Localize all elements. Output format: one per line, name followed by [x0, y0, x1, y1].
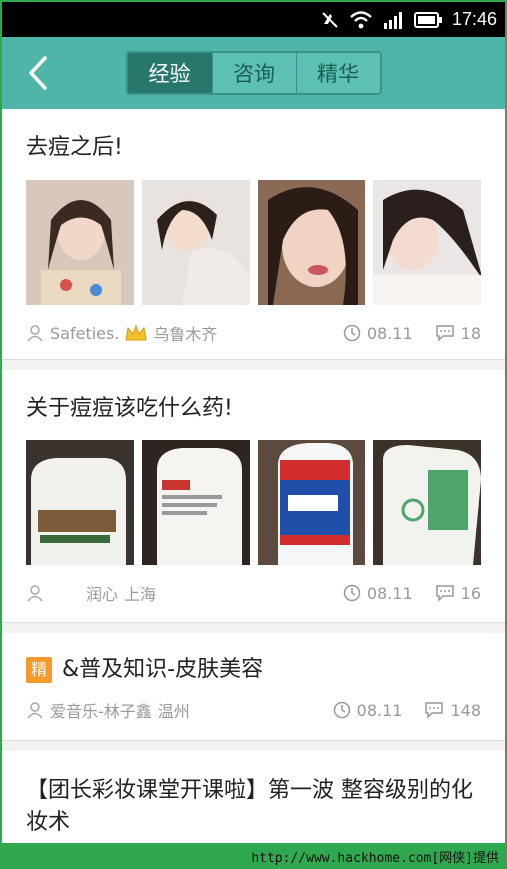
post-image[interactable] [141, 440, 250, 565]
mute-icon [320, 10, 340, 30]
watermark-text: http://www.hackhome.com[网侠]提供 [251, 850, 499, 866]
status-bar: 17:46 [2, 2, 505, 37]
wifi-icon [350, 10, 372, 29]
post-meta: 爱音乐-林子鑫 温州 08.11 148 [26, 685, 481, 735]
user-icon [27, 585, 43, 602]
post-location: 乌鲁木齐 [153, 325, 218, 344]
post-title: 【团长彩妆课堂开课啦】第一波 整容级别的化妆术 [26, 778, 473, 835]
post-author[interactable]: Safeties. [50, 324, 119, 343]
post-image[interactable] [26, 180, 134, 305]
post-images [26, 180, 481, 305]
tab-bar: 经验 咨询 精华 [125, 51, 382, 95]
post-image[interactable] [373, 440, 481, 565]
post-date: 08.11 [366, 583, 413, 603]
post-card[interactable]: 精 &普及知识-皮肤美容 爱音乐-林子鑫 温州 08.11 148 [2, 633, 505, 741]
post-images [26, 440, 481, 565]
post-location: 温州 [157, 702, 190, 721]
post-title: 关于痘痘该吃什么药! [26, 396, 233, 421]
post-location: 上海 [124, 585, 157, 604]
post-meta: Safeties. 乌鲁木齐 08.11 18 [26, 305, 481, 361]
comment-icon [435, 585, 454, 602]
crown-icon [125, 324, 148, 341]
post-image[interactable] [26, 440, 134, 565]
post-author[interactable]: 爱音乐-林子鑫 [50, 698, 152, 722]
post-title-row: 精 &普及知识-皮肤美容 [26, 633, 481, 685]
comment-icon [425, 702, 444, 719]
tab-featured[interactable]: 精华 [295, 53, 380, 93]
post-title: 去痘之后! [26, 135, 123, 160]
comment-icon [435, 325, 454, 342]
user-icon [27, 325, 43, 342]
post-author[interactable]: 润心 [86, 581, 118, 605]
tab-consult[interactable]: 咨询 [211, 53, 296, 93]
back-button[interactable] [22, 53, 54, 93]
post-comment-count: 16 [460, 583, 481, 603]
clock-icon [343, 324, 361, 342]
post-title: &普及知识-皮肤美容 [62, 657, 264, 682]
user-icon [27, 702, 43, 719]
post-comment-count: 148 [450, 700, 481, 720]
post-date: 08.11 [356, 700, 403, 720]
post-feed: 去痘之后! Safeties. 乌鲁木齐 08.11 18 关于痘痘该吃什么药!… [2, 109, 505, 869]
status-time: 17:46 [451, 9, 497, 29]
featured-badge: 精 [26, 657, 52, 683]
post-image[interactable] [373, 180, 481, 305]
post-comment-count: 18 [460, 323, 481, 343]
signal-icon [382, 11, 404, 29]
clock-icon [343, 584, 361, 602]
post-image[interactable] [141, 180, 250, 305]
battery-icon [413, 11, 442, 28]
app-header: 经验 咨询 精华 [2, 37, 505, 109]
post-image[interactable] [257, 180, 366, 305]
clock-icon [333, 701, 350, 719]
post-date: 08.11 [366, 323, 413, 343]
chevron-left-icon [29, 56, 47, 90]
post-card[interactable]: 去痘之后! Safeties. 乌鲁木齐 08.11 18 [2, 109, 505, 360]
watermark-bar: http://www.hackhome.com[网侠]提供 [2, 843, 505, 869]
post-card[interactable]: 关于痘痘该吃什么药! 润心 上海 08.11 16 [2, 370, 505, 623]
post-meta: 润心 上海 08.11 16 [26, 565, 481, 621]
post-image[interactable] [257, 440, 366, 565]
tab-experience[interactable]: 经验 [127, 53, 212, 93]
app-frame: 17:46 经验 咨询 精华 去痘之后! Safeties. 乌鲁木齐 08.1… [0, 0, 507, 869]
